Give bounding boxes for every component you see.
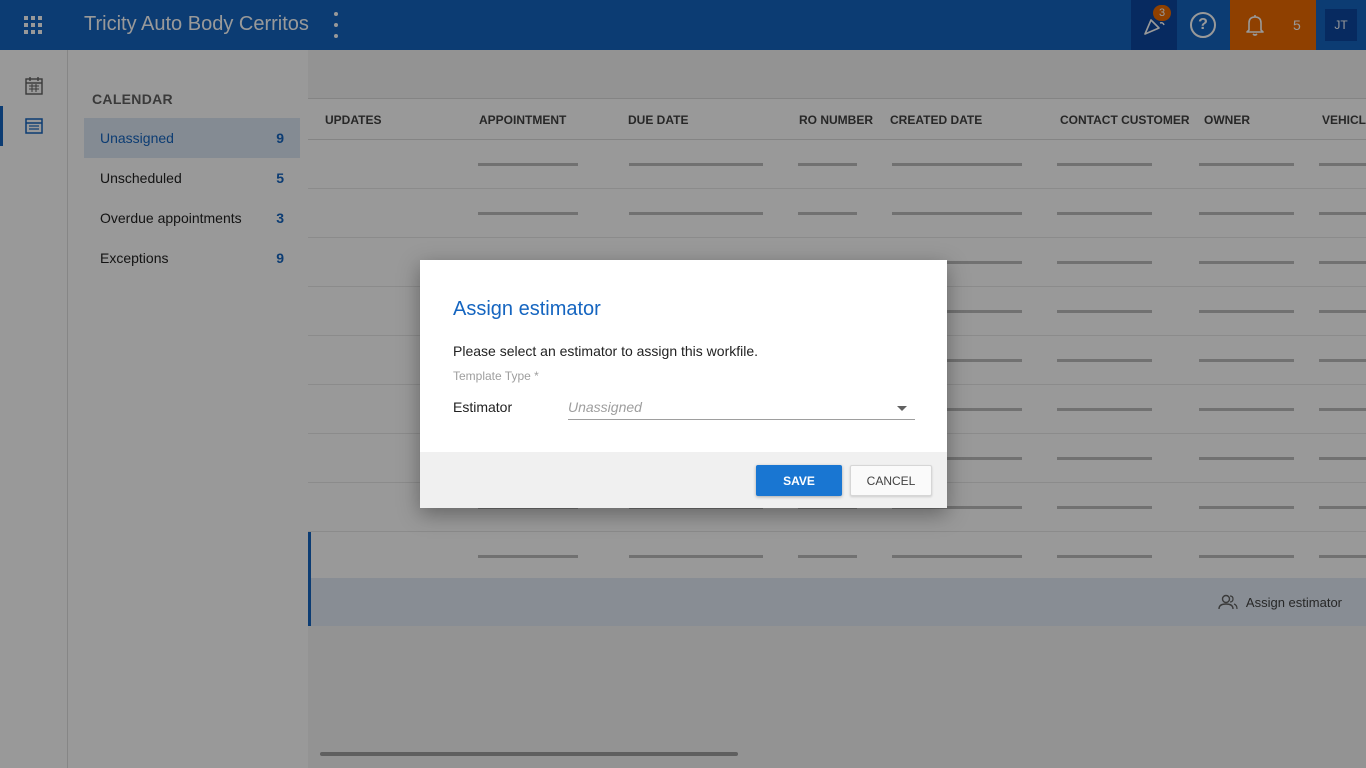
save-button[interactable]: SAVE xyxy=(756,465,842,496)
field-caption: Template Type * xyxy=(453,369,539,383)
estimator-label: Estimator xyxy=(453,399,513,415)
dialog-description: Please select an estimator to assign thi… xyxy=(453,343,759,359)
dialog-footer: SAVE CANCEL xyxy=(420,452,947,508)
estimator-select[interactable]: Unassigned xyxy=(568,396,915,420)
cancel-button[interactable]: CANCEL xyxy=(850,465,932,496)
chevron-down-icon xyxy=(897,406,907,411)
assign-estimator-dialog: Assign estimator Please select an estima… xyxy=(420,260,947,508)
dialog-title: Assign estimator xyxy=(453,298,601,320)
estimator-select-value: Unassigned xyxy=(568,399,642,415)
